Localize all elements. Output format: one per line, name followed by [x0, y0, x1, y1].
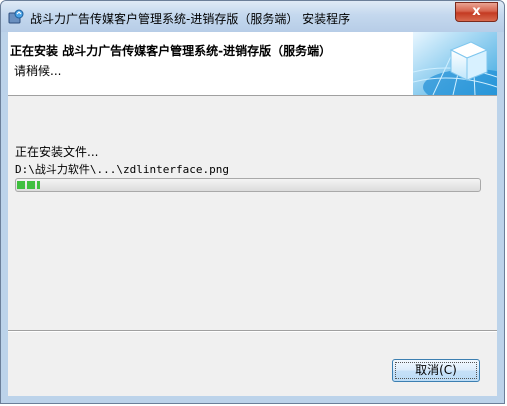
focus-rect — [395, 362, 477, 379]
close-button[interactable]: x — [455, 2, 498, 22]
progress-fill — [17, 181, 40, 189]
current-file-path: D:\战斗力软件\...\zdlinterface.png — [15, 163, 229, 176]
dialog-client-area: 正在安装 战斗力广告传媒客户管理系统-进销存版（服务端） 请稍候... 正在安装… — [8, 32, 497, 396]
progress-area: 正在安装文件... D:\战斗力软件\...\zdlinterface.png — [8, 96, 497, 336]
status-text: 正在安装文件... — [15, 145, 99, 159]
install-progress-bar — [15, 178, 481, 192]
footer-divider — [8, 330, 497, 332]
installer-icon — [8, 9, 24, 24]
installer-window: 战斗力广告传媒客户管理系统-进销存版（服务端） 安装程序 x 正在安装 战斗力广… — [0, 0, 505, 404]
header-cube-icon — [413, 32, 497, 95]
header-panel: 正在安装 战斗力广告传媒客户管理系统-进销存版（服务端） 请稍候... — [8, 32, 497, 96]
close-icon: x — [472, 4, 481, 19]
header-title: 正在安装 战斗力广告传媒客户管理系统-进销存版（服务端） — [10, 44, 332, 58]
window-title: 战斗力广告传媒客户管理系统-进销存版（服务端） 安装程序 — [30, 12, 351, 26]
cancel-button[interactable]: 取消(C) — [392, 359, 480, 382]
title-bar[interactable]: 战斗力广告传媒客户管理系统-进销存版（服务端） 安装程序 x — [1, 1, 504, 32]
header-subtitle: 请稍候... — [14, 64, 62, 78]
